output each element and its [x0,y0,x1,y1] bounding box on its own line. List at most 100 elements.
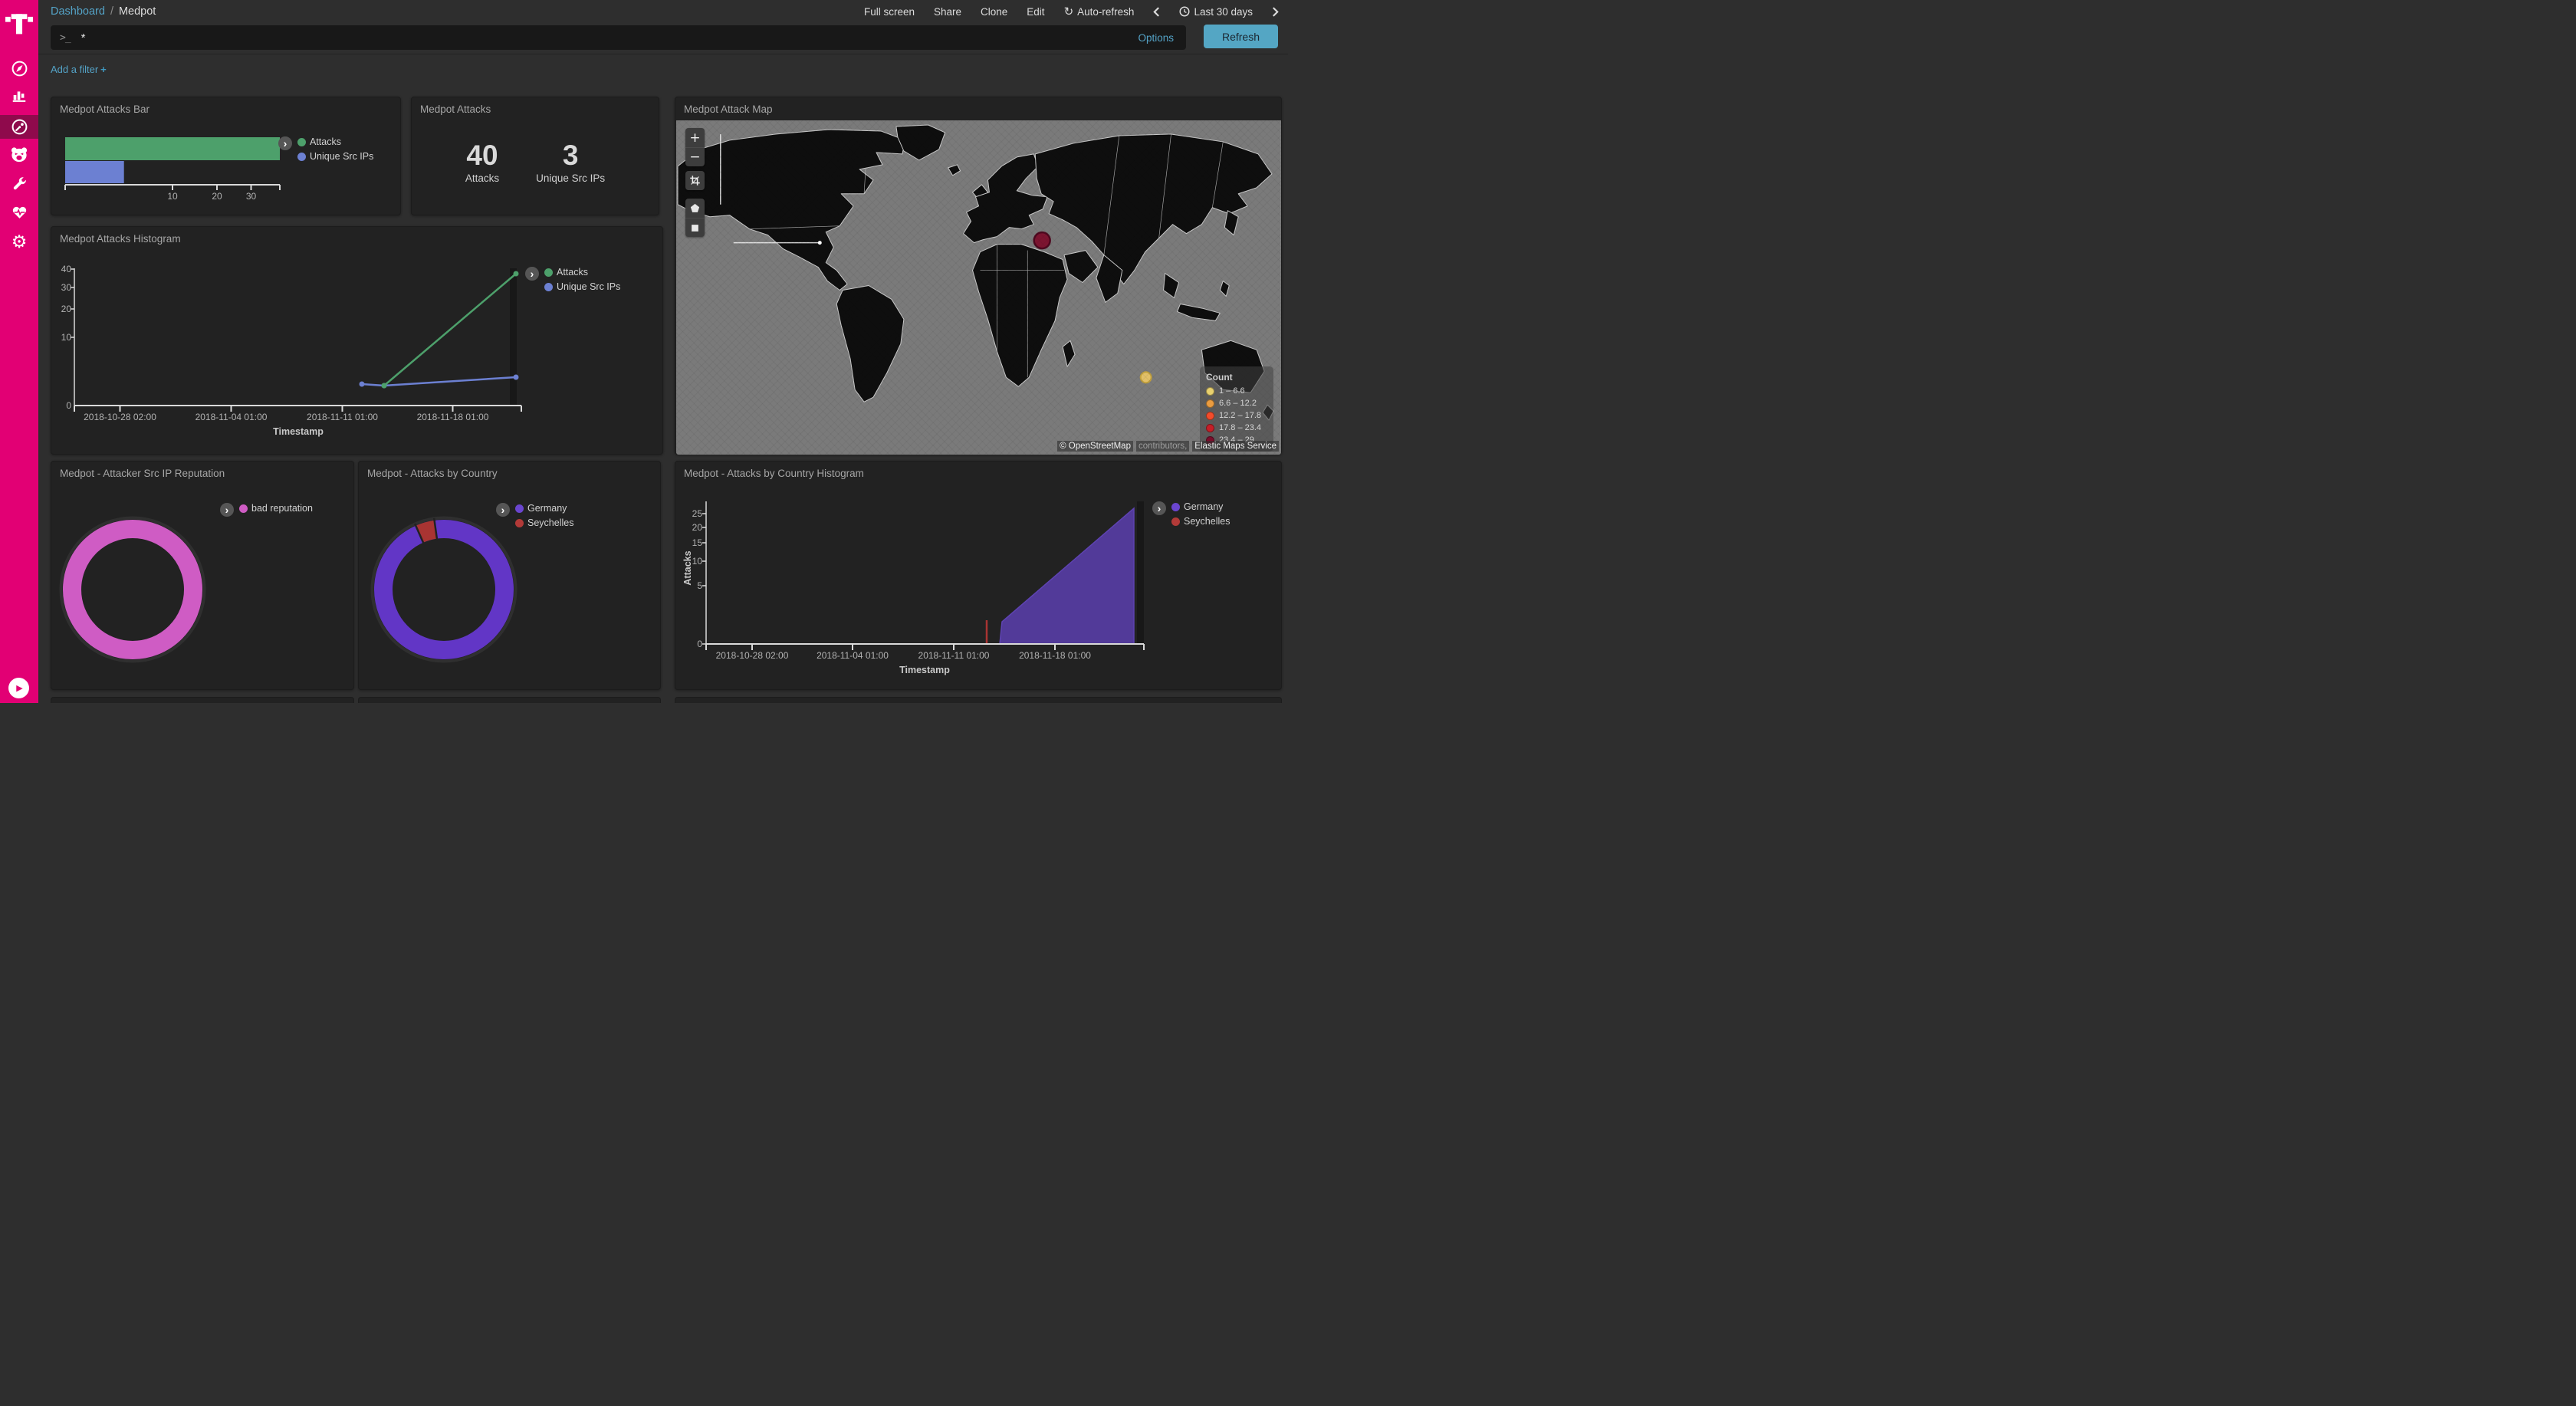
data-point[interactable] [514,375,519,380]
next-row-panel-stub [675,697,1282,703]
chart-legend: › Attacks Unique Src IPs [525,267,620,292]
bad-reputation-color-dot [239,504,248,513]
map-count-legend: Count 1 – 6.6 6.6 – 12.2 12.2 – 17.8 [1200,366,1273,452]
clone-button[interactable]: Clone [981,6,1007,18]
edit-button[interactable]: Edit [1027,6,1044,18]
search-query-value[interactable]: * [81,31,1138,44]
legend-expand-icon[interactable]: › [220,503,234,517]
area-chart: 25 20 15 10 5 0 2018-10-28 02:00 2018-11… [675,462,1281,689]
panel-title: Medpot Attack Map [684,103,773,115]
gear-icon: ⚙ [12,234,28,251]
zoom-out-button[interactable]: − [685,147,705,166]
metric-value: 40 [465,140,499,172]
sidebar-item-tpot[interactable] [0,142,38,168]
legend-item-bad-reputation[interactable]: bad reputation [239,503,313,514]
unique-src-ips-color-dot [297,153,306,161]
sidebar-item-devtools[interactable] [0,171,38,197]
panel-title: Medpot Attacks Bar [60,103,150,115]
data-point[interactable] [382,383,387,389]
add-filter-link[interactable]: Add a filter+ [51,64,107,75]
legend-item-seychelles[interactable]: Seychelles [1171,516,1230,527]
attacks-line[interactable] [384,274,516,386]
legend-item-germany[interactable]: Germany [1171,501,1230,512]
sidebar-item-management[interactable]: ⚙ [0,229,38,255]
sidebar-item-dashboard[interactable] [0,115,38,139]
legend-item-germany[interactable]: Germany [515,503,573,514]
svg-text:2018-11-11 01:00: 2018-11-11 01:00 [918,650,990,661]
legend-bucket-4: 17.8 – 23.4 [1206,423,1267,432]
osm-link[interactable]: © OpenStreetMap [1057,441,1133,452]
wrench-icon [11,176,28,192]
legend-item-seychelles[interactable]: Seychelles [515,517,573,528]
dashboard-gauge-icon [11,118,28,136]
heartbeat-icon [11,204,28,221]
breadcrumb-current: Medpot [119,5,156,18]
map-fit-control [685,171,705,190]
world-map[interactable]: + − Count [676,120,1281,455]
ocean-wave-texture [676,120,1281,455]
map-draw-controls [685,199,705,237]
elastic-maps-link[interactable]: Elastic Maps Service [1192,441,1279,452]
legend-expand-icon[interactable]: › [525,267,539,281]
legend-item-attacks[interactable]: Attacks [297,136,373,147]
unique-src-ips-bar[interactable] [65,161,124,183]
draw-polygon-icon[interactable] [685,199,705,218]
panel-attacks-by-country-histogram: Medpot - Attacks by Country Histogram At… [675,461,1282,690]
horizontal-bar-chart: 10 20 30 [59,131,297,212]
refresh-cycle-icon: ↻ [1064,5,1074,18]
legend-item-attacks[interactable]: Attacks [544,267,620,278]
main-content: Dashboard / Medpot Full screen Share Clo… [38,0,1288,703]
svg-text:10: 10 [61,332,72,343]
svg-text:2018-10-28 02:00: 2018-10-28 02:00 [84,412,156,422]
zoom-in-button[interactable]: + [685,128,705,147]
sidebar-item-visualize[interactable] [0,82,38,108]
share-button[interactable]: Share [934,6,961,18]
data-point[interactable] [514,271,519,277]
legend-item-unique-src-ips[interactable]: Unique Src IPs [544,281,620,292]
next-row-panel-stub [358,697,661,703]
svg-text:20: 20 [61,304,72,314]
legend-item-unique-src-ips[interactable]: Unique Src IPs [297,151,373,162]
seychelles-slice[interactable] [420,530,435,534]
bucket-color-dot [1206,424,1214,432]
svg-text:0: 0 [697,639,702,649]
svg-text:40: 40 [61,264,72,274]
svg-text:0: 0 [66,400,71,411]
donut-halo [373,518,516,662]
legend-expand-icon[interactable]: › [496,503,510,517]
auto-refresh-button[interactable]: ↻ Auto-refresh [1064,5,1135,18]
legend-expand-icon[interactable]: › [278,136,292,150]
sidebar-item-discover[interactable] [0,55,38,81]
chevron-left-icon [1153,6,1160,18]
panel-medpot-attack-map: Medpot Attack Map [675,97,1282,455]
legend-expand-icon[interactable]: › [1152,501,1166,515]
data-point[interactable] [360,382,365,387]
svg-text:20: 20 [212,191,222,202]
compass-icon [11,60,28,77]
crop-icon[interactable] [685,171,705,190]
search-options-link[interactable]: Options [1138,32,1174,44]
full-screen-button[interactable]: Full screen [864,6,915,18]
time-range-forward-button[interactable] [1272,6,1279,18]
sidebar-item-monitoring[interactable] [0,199,38,225]
draw-rectangle-icon[interactable] [685,218,705,237]
search-input[interactable]: >_ * Options [51,25,1186,50]
breadcrumb-dashboard-link[interactable]: Dashboard [51,5,105,18]
top-navigation-bar: Dashboard / Medpot Full screen Share Clo… [38,0,1288,23]
filter-bar: Add a filter+ [38,54,1288,84]
legend-bucket-3: 12.2 – 17.8 [1206,411,1267,420]
bad-reputation-slice[interactable] [72,529,193,650]
panel-medpot-attacks-histogram: Medpot Attacks Histogram 40 30 20 10 0 2… [51,226,663,455]
time-range-picker[interactable]: Last 30 days [1179,6,1253,18]
telekom-logo[interactable] [5,8,33,38]
germany-slice[interactable] [383,529,504,650]
chart-legend: › Attacks Unique Src IPs [278,136,373,162]
unique-src-ips-color-dot [544,283,553,291]
sidebar-collapse-button[interactable]: ▶ [8,678,29,698]
svg-text:30: 30 [246,191,257,202]
refresh-button[interactable]: Refresh [1204,25,1278,48]
germany-area[interactable] [1000,508,1134,644]
time-range-back-button[interactable] [1153,6,1160,18]
germany-color-dot [515,504,524,513]
attacks-bar[interactable] [65,137,280,160]
